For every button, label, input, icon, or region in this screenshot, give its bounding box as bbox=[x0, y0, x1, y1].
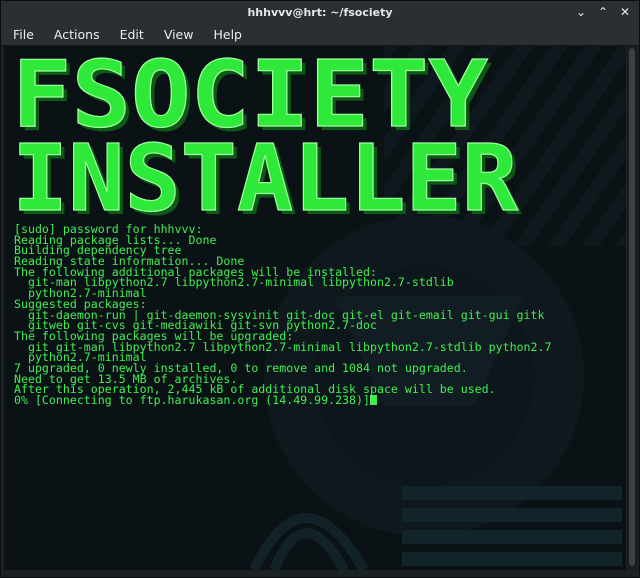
scrollbar-thumb[interactable] bbox=[629, 48, 635, 566]
terminal-output: [sudo] password for hhhvvv: Reading pack… bbox=[14, 223, 619, 407]
menu-actions[interactable]: Actions bbox=[46, 27, 108, 42]
menu-file[interactable]: File bbox=[5, 27, 42, 42]
title-bar[interactable]: hhhvvv@hrt: ~/fsociety ⌄ ⌃ ✕ bbox=[1, 1, 639, 23]
menu-help[interactable]: Help bbox=[205, 27, 250, 42]
window-controls: ⌄ ⌃ ✕ bbox=[573, 4, 633, 20]
banner-line-installer: INSTALLER bbox=[12, 125, 519, 222]
vertical-scrollbar[interactable] bbox=[627, 46, 637, 570]
close-button[interactable]: ✕ bbox=[617, 4, 633, 20]
terminal-window: hhhvvv@hrt: ~/fsociety ⌄ ⌃ ✕ File Action… bbox=[0, 0, 640, 578]
minimize-button[interactable]: ⌄ bbox=[573, 4, 589, 20]
progress-text: 0% [Connecting to ftp.harukasan.org (14.… bbox=[14, 393, 370, 407]
menu-edit[interactable]: Edit bbox=[112, 27, 152, 42]
maximize-button[interactable]: ⌃ bbox=[595, 4, 611, 20]
terminal-cursor bbox=[369, 395, 377, 405]
terminal-area[interactable]: FSOCIETY INSTALLER FSOCIETY INSTALLER [s… bbox=[4, 46, 626, 570]
output-line-prompt: 0% [Connecting to ftp.harukasan.org (14.… bbox=[14, 393, 619, 407]
menu-view[interactable]: View bbox=[156, 27, 202, 42]
fsociety-banner: FSOCIETY INSTALLER FSOCIETY INSTALLER bbox=[11, 46, 532, 236]
menu-bar: File Actions Edit View Help bbox=[1, 23, 639, 46]
window-title: hhhvvv@hrt: ~/fsociety bbox=[247, 5, 393, 19]
